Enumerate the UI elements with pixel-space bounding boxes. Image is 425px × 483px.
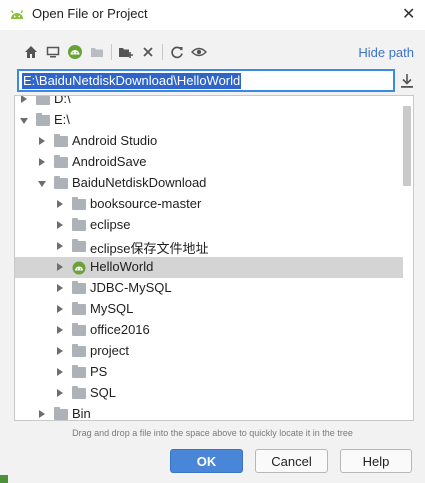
tree-item-label: BaiduNetdiskDownload (72, 175, 207, 190)
toolbar-separator (111, 44, 112, 60)
refresh-icon[interactable] (166, 42, 188, 62)
tree-item-label: SQL (90, 385, 117, 400)
expand-arrow-icon[interactable] (21, 96, 27, 103)
show-hidden-icon[interactable] (188, 42, 210, 62)
tree-item-label: eclipse (90, 217, 131, 232)
expand-arrow-icon[interactable] (39, 158, 45, 166)
tree-item-label: office2016 (90, 322, 150, 337)
file-tree[interactable]: D:\ E:\ Android Studio AndroidSave BaiduNetd… (14, 95, 414, 421)
expand-arrow-icon[interactable] (57, 221, 63, 229)
folder-icon (54, 407, 68, 420)
folder-icon (72, 386, 86, 399)
expand-arrow-icon[interactable] (39, 137, 45, 145)
toolbar (20, 42, 210, 62)
tree-item-label: booksource-master (90, 196, 202, 211)
folder-icon (54, 155, 68, 168)
path-input-value: E:\BaiduNetdiskDownload\HelloWorld (22, 73, 242, 89)
tree-row[interactable]: project (15, 341, 403, 362)
tree-item-label: AndroidSave (72, 154, 147, 169)
collapse-arrow-icon[interactable] (20, 118, 28, 124)
tree-row[interactable]: AndroidSave (15, 152, 403, 173)
hide-path-link[interactable]: Hide path (358, 45, 414, 60)
tree-item-label: project (90, 343, 130, 358)
help-button[interactable]: Help (340, 449, 412, 473)
tree-item-label: Bin (72, 406, 91, 421)
folder-icon (72, 281, 86, 294)
path-input[interactable]: E:\BaiduNetdiskDownload\HelloWorld (17, 69, 395, 92)
expand-arrow-icon[interactable] (57, 368, 63, 376)
folder-icon (72, 302, 86, 315)
tree-item-label: eclipse保存文件地址 (90, 241, 209, 256)
new-folder-icon[interactable] (115, 42, 137, 62)
expand-arrow-icon[interactable] (57, 284, 63, 292)
tree-item-label: Android Studio (72, 133, 158, 148)
drag-drop-hint: Drag and drop a file into the space abov… (72, 428, 353, 438)
tree-row[interactable]: office2016 (15, 320, 403, 341)
tree-row[interactable]: eclipse (15, 215, 403, 236)
tree-item-label: PS (90, 364, 108, 379)
expand-arrow-icon[interactable] (57, 347, 63, 355)
tree-row[interactable]: E:\ (15, 110, 403, 131)
expand-arrow-icon[interactable] (57, 242, 63, 250)
tree-row[interactable]: Android Studio (15, 131, 403, 152)
folder-icon (54, 134, 68, 147)
tree-scrollbar[interactable] (403, 106, 411, 186)
tree-row[interactable]: D:\ (15, 95, 403, 110)
tree-item-label: E:\ (54, 112, 70, 127)
tree-row[interactable]: eclipse保存文件地址 (15, 236, 403, 257)
collapse-arrow-icon[interactable] (38, 181, 46, 187)
cancel-button[interactable]: Cancel (255, 449, 328, 473)
folder-icon (72, 323, 86, 336)
expand-arrow-icon[interactable] (57, 263, 63, 271)
tree-row[interactable]: PS (15, 362, 403, 383)
expand-arrow-icon[interactable] (57, 305, 63, 313)
window-title: Open File or Project (32, 6, 148, 21)
expand-arrow-icon[interactable] (57, 326, 63, 334)
ok-button[interactable]: OK (170, 449, 243, 473)
title-bar: Open File or Project ✕ (0, 0, 425, 30)
tree-row[interactable]: booksource-master (15, 194, 403, 215)
tree-item-label: D:\ (54, 95, 71, 106)
resize-grip-icon[interactable] (0, 475, 8, 483)
folder-icon (72, 239, 86, 252)
folder-icon (72, 344, 86, 357)
expand-arrow-icon[interactable] (39, 410, 45, 418)
tree-row[interactable]: BaiduNetdiskDownload (15, 173, 403, 194)
tree-row[interactable]: Bin (15, 404, 403, 421)
expand-arrow-icon[interactable] (57, 200, 63, 208)
android-studio-icon (10, 10, 24, 19)
expand-arrow-icon[interactable] (57, 389, 63, 397)
project-icon[interactable] (64, 42, 86, 62)
folder-icon (54, 176, 68, 189)
toolbar-separator (162, 44, 163, 60)
folder-icon[interactable] (86, 42, 108, 62)
folder-icon (72, 218, 86, 231)
desktop-icon[interactable] (42, 42, 64, 62)
folder-icon (36, 113, 50, 126)
delete-icon[interactable] (137, 42, 159, 62)
folder-icon (72, 365, 86, 378)
tree-row[interactable]: SQL (15, 383, 403, 404)
close-icon[interactable]: ✕ (402, 4, 415, 24)
tree-item-label: JDBC-MySQL (90, 280, 172, 295)
tree-row[interactable]: MySQL (15, 299, 403, 320)
tree-row[interactable]: HelloWorld (15, 257, 403, 278)
tree-item-label: HelloWorld (90, 259, 154, 274)
tree-item-label: MySQL (90, 301, 134, 316)
home-icon[interactable] (20, 42, 42, 62)
download-icon[interactable] (399, 72, 415, 90)
folder-icon (72, 197, 86, 210)
folder-icon (36, 96, 50, 105)
tree-row[interactable]: JDBC-MySQL (15, 278, 403, 299)
android-project-icon (72, 261, 86, 275)
